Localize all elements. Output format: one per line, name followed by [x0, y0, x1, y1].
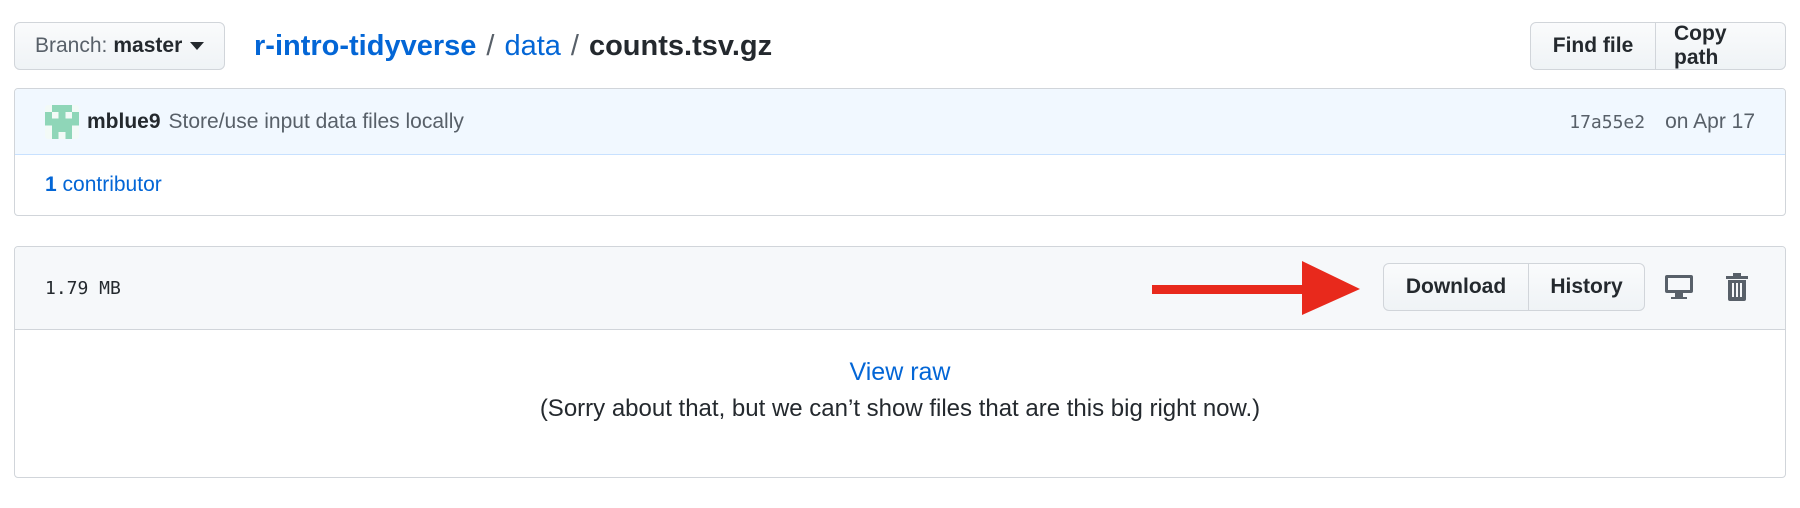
find-file-button[interactable]: Find file — [1530, 22, 1656, 70]
desktop-icon[interactable] — [1659, 267, 1699, 307]
history-button[interactable]: History — [1529, 263, 1645, 311]
commit-sha-link[interactable]: 17a55e2 — [1569, 112, 1645, 133]
breadcrumb-folder-link[interactable]: data — [504, 30, 560, 63]
breadcrumb-file-name: counts.tsv.gz — [588, 29, 773, 62]
commit-meta: 17a55e2 on Apr 17 — [1569, 89, 1755, 155]
file-box: 1.79 MB Download History View raw (Sorry… — [14, 246, 1786, 478]
commit-author-link[interactable]: mblue9 — [87, 110, 161, 134]
contributors-row: 1 contributor — [15, 155, 1785, 215]
header-button-group: Find file Copy path — [1530, 22, 1786, 70]
commit-date: on Apr 17 — [1665, 110, 1755, 133]
view-raw-link[interactable]: View raw — [850, 358, 951, 387]
branch-name: master — [113, 34, 183, 57]
latest-commit-row: mblue9 Store/use input data files locall… — [15, 89, 1785, 155]
file-navigation: Branch: master r-intro-tidyverse / data … — [14, 22, 1786, 72]
breadcrumb: r-intro-tidyverse / data / counts.tsv.gz — [254, 22, 772, 70]
download-button[interactable]: Download — [1383, 263, 1529, 311]
trash-icon[interactable] — [1717, 267, 1757, 307]
identicon-avatar[interactable] — [45, 104, 79, 139]
breadcrumb-repo-link[interactable]: r-intro-tidyverse — [254, 30, 476, 63]
caret-down-icon — [190, 42, 205, 50]
breadcrumb-separator: / — [570, 29, 579, 62]
commit-tease-box: mblue9 Store/use input data files locall… — [14, 88, 1786, 216]
file-body: View raw (Sorry about that, but we can’t… — [15, 330, 1785, 477]
contributors-label: contributor — [62, 173, 162, 196]
contributors-link[interactable]: 1 contributor — [45, 173, 162, 197]
commit-message-link[interactable]: Store/use input data files locally — [169, 110, 464, 134]
red-arrow — [1152, 261, 1360, 315]
branch-label: Branch: — [35, 34, 108, 57]
file-header: 1.79 MB Download History — [15, 247, 1785, 330]
contributors-count: 1 — [45, 173, 57, 196]
file-too-large-message: (Sorry about that, but we can’t show fil… — [539, 395, 1261, 422]
file-actions: Download History — [1383, 263, 1645, 311]
branch-select-button[interactable]: Branch: master — [14, 22, 226, 70]
breadcrumb-separator: / — [486, 29, 495, 62]
copy-path-button[interactable]: Copy path — [1656, 22, 1786, 70]
file-size: 1.79 MB — [45, 277, 121, 299]
